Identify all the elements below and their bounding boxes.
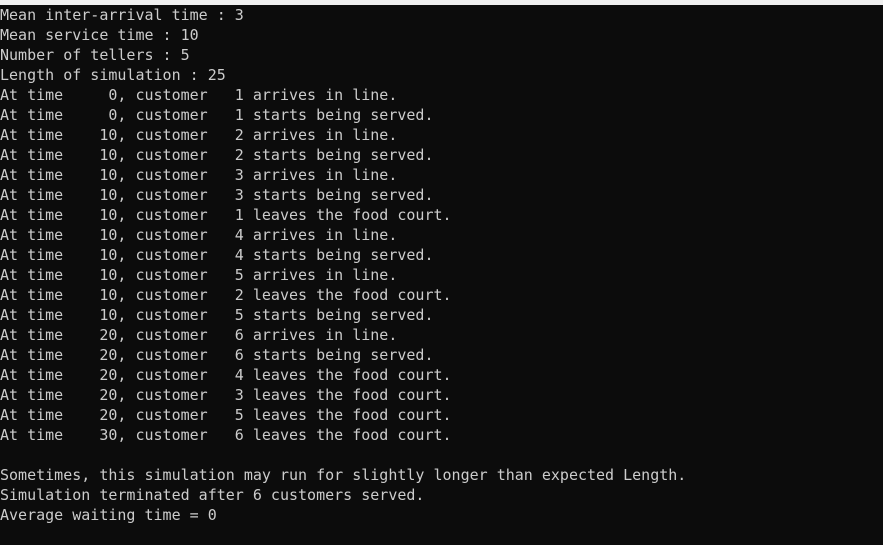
console-line: At time 20, customer 3 leaves the food c… bbox=[0, 386, 452, 404]
console-line: Number of tellers : 5 bbox=[0, 46, 190, 64]
console-line: Mean service time : 10 bbox=[0, 26, 199, 44]
console-line: At time 10, customer 3 starts being serv… bbox=[0, 186, 434, 204]
console-line: Average waiting time = 0 bbox=[0, 506, 217, 524]
console-line: Sometimes, this simulation may run for s… bbox=[0, 466, 687, 484]
console-line: At time 30, customer 6 leaves the food c… bbox=[0, 426, 452, 444]
console-line: Length of simulation : 25 bbox=[0, 66, 226, 84]
console-line: At time 20, customer 6 starts being serv… bbox=[0, 346, 434, 364]
console-line: At time 10, customer 2 arrives in line. bbox=[0, 126, 398, 144]
console-line: At time 10, customer 2 starts being serv… bbox=[0, 146, 434, 164]
console-line: At time 20, customer 6 arrives in line. bbox=[0, 326, 398, 344]
console-line: At time 0, customer 1 arrives in line. bbox=[0, 86, 398, 104]
console-line: At time 10, customer 5 starts being serv… bbox=[0, 306, 434, 324]
console-line: At time 10, customer 4 arrives in line. bbox=[0, 226, 398, 244]
console-output[interactable]: Mean inter-arrival time : 3 Mean service… bbox=[0, 5, 883, 545]
console-line: At time 10, customer 1 leaves the food c… bbox=[0, 206, 452, 224]
console-line: At time 20, customer 5 leaves the food c… bbox=[0, 406, 452, 424]
console-line: At time 10, customer 3 arrives in line. bbox=[0, 166, 398, 184]
console-line: At time 20, customer 4 leaves the food c… bbox=[0, 366, 452, 384]
console-line: At time 0, customer 1 starts being serve… bbox=[0, 106, 434, 124]
console-line: At time 10, customer 4 starts being serv… bbox=[0, 246, 434, 264]
console-line: Simulation terminated after 6 customers … bbox=[0, 486, 425, 504]
console-line: Mean inter-arrival time : 3 bbox=[0, 6, 244, 24]
console-line: At time 10, customer 2 leaves the food c… bbox=[0, 286, 452, 304]
console-line: At time 10, customer 5 arrives in line. bbox=[0, 266, 398, 284]
